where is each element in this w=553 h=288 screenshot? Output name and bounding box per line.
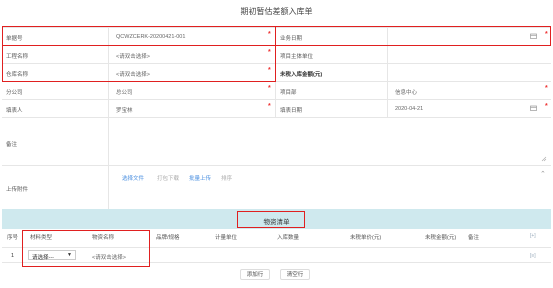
highlight-box [275,26,551,46]
col-header-remark: 备注 [468,235,480,241]
form-row-4: 分公司 总公司 * 项目部 信息中心 * [2,81,551,99]
row-menu-button[interactable]: [≡] [530,253,536,259]
highlight-box [2,45,276,82]
package-download-link[interactable]: 打包下载 [157,174,179,182]
sort-link[interactable]: 排序 [221,174,232,182]
row-index: 1 [11,253,15,259]
project-dept-label: 项目部 [280,90,297,96]
highlight-box [237,211,305,228]
branch-label: 分公司 [6,90,23,96]
col-header-index: 序号 [7,235,19,241]
required-mark: * [268,85,271,92]
choose-file-link[interactable]: 选择文件 [122,174,144,182]
attachment-label: 上传附件 [6,187,29,193]
clear-row-button[interactable]: 清空行 [280,269,310,280]
required-mark: * [545,103,548,110]
required-mark: * [545,85,548,92]
collapse-icon[interactable]: ⌃ [540,170,546,178]
fill-date-field[interactable]: 2020-04-21 [395,106,423,112]
highlight-box [22,230,150,267]
attachment-row: 上传附件 选择文件 打包下载 批量上传 排序 ⌃ [2,165,551,209]
add-row-button[interactable]: 添加行 [240,269,270,280]
add-column-button[interactable]: [+] [530,233,536,239]
remark-label: 备注 [6,142,18,148]
project-dept-field[interactable]: 信息中心 [395,88,417,96]
fill-date-label: 填表日期 [280,108,303,114]
remark-row: 备注 [2,117,551,165]
creator-label: 填表人 [6,108,23,114]
project-owner-label: 项目主体单位 [280,54,314,60]
col-header-amount: 未税金额(元) [425,235,457,241]
branch-field[interactable]: 总公司 [116,88,133,96]
required-mark: * [268,103,271,110]
calendar-icon[interactable] [530,105,537,111]
batch-upload-link[interactable]: 批量上传 [189,174,211,182]
col-header-unit: 计量单位 [215,235,238,241]
highlight-box [2,26,276,46]
untaxed-total-label: 未税入库金额(元) [280,72,323,78]
form-row-5: 填表人 罗宝林 * 填表日期 2020-04-21 * [2,99,551,117]
col-header-qty: 入库数量 [277,235,300,241]
remark-textarea[interactable] [109,118,551,166]
page-title: 期初暂估差额入库单 [240,7,313,16]
resize-handle-icon[interactable] [541,156,547,162]
col-header-unit-price: 未税单价(元) [350,235,382,241]
creator-field[interactable]: 罗宝林 [116,106,133,114]
col-header-brand: 品牌/规格 [156,235,180,241]
